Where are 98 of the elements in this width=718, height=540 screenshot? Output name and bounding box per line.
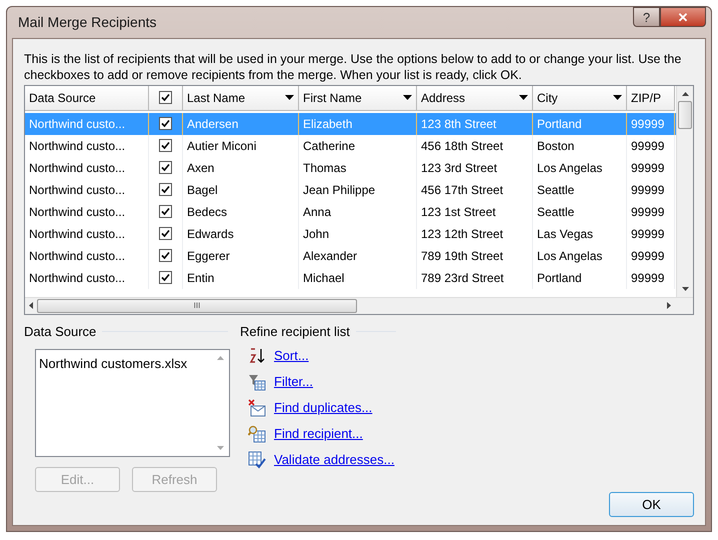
- table-cell-text: 99999: [631, 160, 664, 176]
- checkbox[interactable]: [159, 182, 172, 196]
- table-cell-text: Northwind custo...: [29, 270, 126, 286]
- close-button[interactable]: ✕: [660, 7, 706, 27]
- checkbox[interactable]: [159, 138, 172, 152]
- intro-text: This is the list of recipients that will be used in your merge. Use the options below to add to or change your list. Use the checkboxes to add or remove recipients from the merge. When your list is ready, click OK.: [24, 50, 682, 82]
- table-cell-text: Seattle: [537, 182, 574, 198]
- table-cell-text: Jean Philippe: [303, 182, 376, 198]
- checkbox[interactable]: [159, 270, 172, 284]
- find-icon: [248, 425, 266, 443]
- list-item[interactable]: Northwind customers.xlsx: [39, 354, 209, 374]
- table-cell-text: Michael: [303, 270, 344, 286]
- section-title: Data Source: [24, 322, 96, 340]
- scroll-thumb[interactable]: [678, 100, 692, 128]
- scroll-down-icon: [217, 446, 224, 450]
- scroll-up-icon: [682, 92, 688, 96]
- table-cell-text: Anna: [303, 204, 332, 220]
- table-cell-text: Los Angelas: [537, 248, 602, 264]
- table-cell-text: Alexander: [303, 248, 358, 264]
- table-cell-text: Autier Miconi: [187, 138, 256, 154]
- table-cell-text: Bedecs: [187, 204, 228, 220]
- column-header[interactable]: Data Source: [25, 86, 149, 110]
- table-cell-text: Northwind custo...: [29, 226, 126, 242]
- checkbox[interactable]: [159, 160, 172, 174]
- table-cell-text: Northwind custo...: [29, 138, 126, 154]
- filter-icon: [248, 373, 266, 391]
- checkbox[interactable]: [159, 248, 172, 262]
- checkbox[interactable]: [159, 204, 172, 218]
- table-cell-text: John: [303, 226, 330, 242]
- column-header[interactable]: Last Name: [183, 86, 299, 110]
- table-cell-text: 123 12th Street: [421, 226, 504, 242]
- table-cell-text: Las Vegas: [537, 226, 594, 242]
- column-header[interactable]: City: [533, 86, 627, 110]
- table-cell-text: Axen: [187, 160, 214, 176]
- scroll-down-icon: [682, 286, 688, 290]
- table-cell-text: Edwards: [187, 226, 234, 242]
- table-cell-text: 789 23rd Street: [421, 270, 504, 286]
- table-cell-text: 99999: [631, 116, 664, 132]
- table-cell-text: Andersen: [187, 116, 238, 132]
- table-cell-text: Northwind custo...: [29, 116, 126, 132]
- refine-link[interactable]: Find recipient...: [274, 424, 363, 444]
- column-header[interactable]: Address: [417, 86, 533, 110]
- ok-button[interactable]: OK: [609, 492, 694, 517]
- duplicates-icon: [248, 399, 266, 417]
- table-cell-text: 99999: [631, 248, 664, 264]
- section-title: Refine recipient list: [240, 322, 350, 341]
- scroll-right-icon: [667, 302, 671, 309]
- refine-link[interactable]: Sort...: [274, 346, 309, 366]
- table-cell-text: 99999: [631, 182, 664, 198]
- table-cell-text: Bagel: [187, 182, 218, 198]
- table-cell-text: Los Angelas: [537, 160, 602, 176]
- table-cell-text: 99999: [631, 270, 664, 286]
- dropdown-arrow-icon: [285, 95, 294, 100]
- dropdown-arrow-icon: [613, 95, 622, 100]
- table-cell-text: Elizabeth: [303, 116, 352, 132]
- scroll-thumb[interactable]: III: [37, 298, 357, 312]
- column-header[interactable]: First Name: [299, 86, 417, 110]
- dropdown-arrow-icon: [519, 95, 528, 100]
- table-cell-text: Thomas: [303, 160, 346, 176]
- table-cell-text: Seattle: [537, 204, 574, 220]
- column-header[interactable]: [149, 86, 183, 110]
- table-cell-text: 99999: [631, 204, 664, 220]
- table-cell-text: Northwind custo...: [29, 160, 126, 176]
- checkbox[interactable]: [159, 226, 172, 240]
- table-cell-text: 456 17th Street: [421, 182, 504, 198]
- table-cell-text: 99999: [631, 138, 664, 154]
- refine-link[interactable]: Find duplicates...: [274, 398, 372, 418]
- table-cell-text: Catherine: [303, 138, 356, 154]
- validate-icon: [248, 451, 266, 469]
- table-cell-text: 123 1st Street: [421, 204, 496, 220]
- vertical-scrollbar[interactable]: [676, 86, 693, 296]
- window-title: Mail Merge Recipients: [18, 12, 156, 32]
- table-cell-text: 456 18th Street: [421, 138, 504, 154]
- table-cell-text: Northwind custo...: [29, 204, 126, 220]
- table-cell-text: Entin: [187, 270, 214, 286]
- table-row[interactable]: Northwind custo... Autier Miconi Catherine 456 18th Street Boston 99999: [25, 134, 676, 156]
- sort-icon: [248, 347, 266, 365]
- table-cell-text: Portland: [537, 116, 582, 132]
- table-cell-text: 123 3rd Street: [421, 160, 498, 176]
- checkbox[interactable]: [159, 116, 172, 130]
- horizontal-scrollbar[interactable]: III: [25, 296, 693, 314]
- table-cell-text: Northwind custo...: [29, 182, 126, 198]
- refine-link[interactable]: Filter...: [274, 372, 314, 392]
- table-cell-text: Northwind custo...: [29, 248, 126, 264]
- table-cell-text: Boston: [537, 138, 574, 154]
- scroll-up-icon: [217, 356, 224, 360]
- table-cell-text: Eggerer: [187, 248, 230, 264]
- table-cell-text: 123 8th Street: [421, 116, 496, 132]
- scroll-left-icon: [29, 302, 33, 309]
- table-cell-text: 789 19th Street: [421, 248, 504, 264]
- table-cell-text: 99999: [631, 226, 664, 242]
- help-button[interactable]: ?: [633, 7, 660, 27]
- refine-link[interactable]: Validate addresses...: [274, 450, 394, 470]
- checkbox[interactable]: [159, 90, 172, 104]
- data-source-list[interactable]: Northwind customers.xlsx: [35, 349, 230, 457]
- table-cell-text: Portland: [537, 270, 582, 286]
- dropdown-arrow-icon: [403, 95, 412, 100]
- column-header[interactable]: ZIP/P: [627, 86, 675, 110]
